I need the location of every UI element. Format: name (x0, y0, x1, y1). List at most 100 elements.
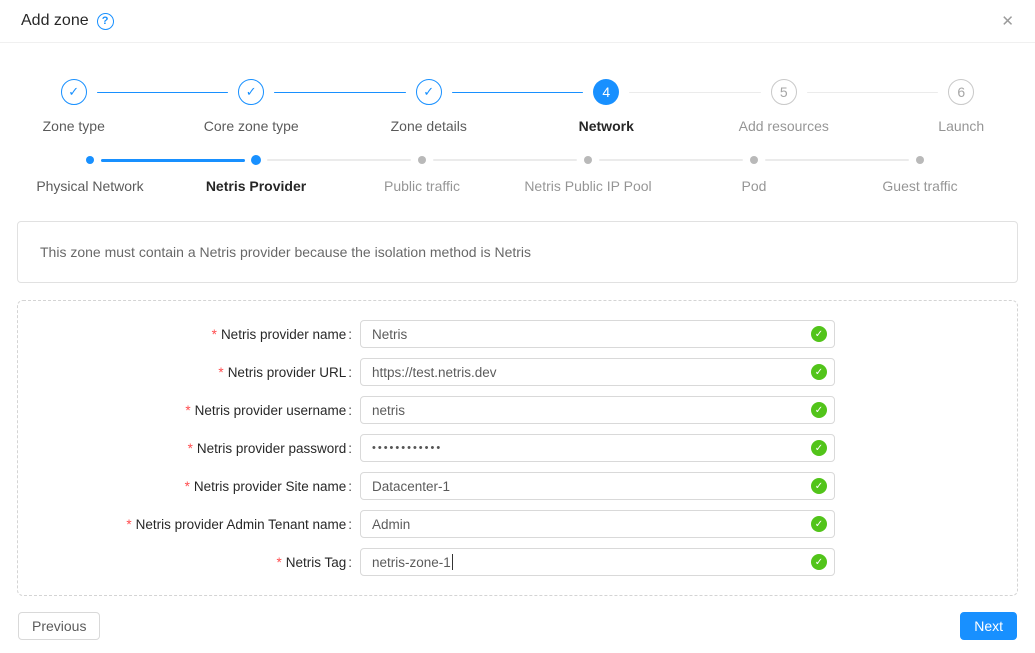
main-step-zone-type: ✓ Zone type (0, 79, 163, 135)
valid-check-icon: ✓ (811, 516, 827, 532)
sub-step-physical-network: Physical Network (7, 155, 173, 195)
field-value: Netris (372, 327, 407, 342)
field-label-netris-provider-admin-tenant-name: * Netris provider Admin Tenant name (18, 517, 352, 532)
sub-step-netris-provider: Netris Provider (173, 155, 339, 195)
valid-check-icon: ✓ (811, 478, 827, 494)
previous-button[interactable]: Previous (18, 612, 100, 640)
sub-step-netris-public-ip-pool: Netris Public IP Pool (505, 155, 671, 195)
sub-steps: Physical Network Netris Provider Public tr… (7, 155, 1003, 195)
sub-step-label: Pod (742, 177, 767, 195)
field-label-text: Netris Tag (286, 555, 352, 570)
field-input-netris-provider-password[interactable]: •••••••••••• ✓ (360, 434, 835, 462)
main-step-label: Network (579, 117, 634, 135)
field-value: netris (372, 403, 405, 418)
field-input-netris-provider-site-name[interactable]: Datacenter-1 ✓ (360, 472, 835, 500)
sub-step-label: Netris Public IP Pool (524, 177, 651, 195)
sub-step-public-traffic: Public traffic (339, 155, 505, 195)
required-mark: * (188, 441, 193, 456)
step-dot-icon (750, 156, 758, 164)
sub-step-guest-traffic: Guest traffic (837, 155, 1003, 195)
field-value: netris-zone-1 (372, 555, 451, 570)
required-mark: * (185, 403, 190, 418)
field-label-netris-provider-url: *Netris provider URL (18, 365, 352, 380)
field-input-netris-provider-url[interactable]: https://test.netris.dev ✓ (360, 358, 835, 386)
main-step-add-resources: 5 Add resources (695, 79, 873, 135)
add-zone-dialog: Add zone ? ✕ ✓ Zone type ✓ Core zone type ✓ Z… (0, 0, 1035, 640)
close-icon[interactable]: ✕ (1001, 14, 1014, 29)
step-finished-check-icon: ✓ (238, 79, 264, 105)
step-number-icon: 4 (593, 79, 619, 105)
main-step-label: Zone details (391, 117, 467, 135)
field-input-netris-provider-name[interactable]: Netris ✓ (360, 320, 835, 348)
sub-step-label: Guest traffic (882, 177, 957, 195)
step-number-icon: 5 (771, 79, 797, 105)
field-label-text: Netris provider username (195, 403, 352, 418)
form-row-netris-tag: * Netris Tag netris-zone-1 ✓ (18, 548, 1017, 576)
field-value: Datacenter-1 (372, 479, 450, 494)
required-mark: * (212, 327, 217, 342)
valid-check-icon: ✓ (811, 402, 827, 418)
form-row-netris-provider-site-name: * Netris provider Site name Datacenter-1 ✓ (18, 472, 1017, 500)
field-label-text: Netris provider password (197, 441, 352, 456)
step-number-icon: 6 (948, 79, 974, 105)
required-mark: * (185, 479, 190, 494)
step-finished-check-icon: ✓ (416, 79, 442, 105)
notice-box: This zone must contain a Netris provider… (17, 221, 1018, 283)
form-row-netris-provider-url: *Netris provider URL https://test.netris.… (18, 358, 1017, 386)
main-step-zone-details: ✓ Zone details (340, 79, 518, 135)
required-mark: * (126, 517, 131, 532)
step-dot-icon (418, 156, 426, 164)
field-label-text: Netris provider URL (228, 365, 352, 380)
step-dot-icon (251, 155, 261, 165)
sub-step-label: Netris Provider (206, 177, 306, 195)
required-mark: * (276, 555, 281, 570)
form-row-netris-provider-password: * Netris provider password •••••••••••• ✓ (18, 434, 1017, 462)
field-label-text: Netris provider Site name (194, 479, 352, 494)
field-label-netris-provider-username: * Netris provider username (18, 403, 352, 418)
valid-check-icon: ✓ (811, 554, 827, 570)
valid-check-icon: ✓ (811, 440, 827, 456)
main-step-label: Launch (938, 117, 984, 135)
step-finished-check-icon: ✓ (61, 79, 87, 105)
netris-provider-form: *Netris provider nameNetris✓*Netris prov… (17, 300, 1018, 596)
sub-step-pod: Pod (671, 155, 837, 195)
form-row-netris-provider-admin-tenant-name: * Netris provider Admin Tenant name Admin ✓ (18, 510, 1017, 538)
dialog-header: Add zone ? ✕ (0, 0, 1035, 43)
valid-check-icon: ✓ (811, 326, 827, 342)
main-step-core-zone-type: ✓ Core zone type (163, 79, 341, 135)
help-icon[interactable]: ? (97, 13, 114, 30)
form-row-netris-provider-username: * Netris provider username netris ✓ (18, 396, 1017, 424)
field-label-netris-provider-site-name: * Netris provider Site name (18, 479, 352, 494)
field-label-netris-provider-password: * Netris provider password (18, 441, 352, 456)
sub-step-dot-row (837, 155, 1003, 165)
step-dot-icon (916, 156, 924, 164)
field-label-netris-provider-name: * Netris provider name (18, 327, 352, 342)
main-step-label: Add resources (739, 117, 829, 135)
form-row-netris-provider-name: * Netris provider name Netris ✓ (18, 320, 1017, 348)
main-step-network: 4 Network (518, 79, 696, 135)
sub-step-label: Public traffic (384, 177, 460, 195)
field-label-netris-tag: * Netris Tag (18, 555, 352, 570)
field-value: •••••••••••• (372, 442, 442, 454)
field-input-netris-tag[interactable]: netris-zone-1 ✓ (360, 548, 835, 576)
field-input-netris-provider-username[interactable]: netris ✓ (360, 396, 835, 424)
dialog-footer: Previous Next (17, 612, 1018, 640)
field-label-text: Netris provider Admin Tenant name (136, 517, 352, 532)
step-dot-icon (86, 156, 94, 164)
field-label-text: Netris provider name (221, 327, 352, 342)
next-button[interactable]: Next (960, 612, 1017, 640)
field-value: https://test.netris.dev (372, 365, 497, 380)
valid-check-icon: ✓ (811, 364, 827, 380)
dialog-title: Add zone (21, 12, 89, 30)
sub-step-label: Physical Network (36, 177, 143, 195)
main-steps: ✓ Zone type ✓ Core zone type ✓ Zone details 4 N… (0, 79, 1035, 135)
main-step-launch: 6 Launch (873, 79, 1035, 135)
field-value: Admin (372, 517, 410, 532)
field-input-netris-provider-admin-tenant-name[interactable]: Admin ✓ (360, 510, 835, 538)
main-step-label: Core zone type (204, 117, 299, 135)
step-dot-icon (584, 156, 592, 164)
notice-text: This zone must contain a Netris provider… (40, 244, 531, 260)
text-caret-icon (452, 554, 454, 570)
main-step-label: Zone type (43, 117, 105, 135)
dialog-body: ✓ Zone type ✓ Core zone type ✓ Zone details 4 N… (0, 79, 1035, 640)
